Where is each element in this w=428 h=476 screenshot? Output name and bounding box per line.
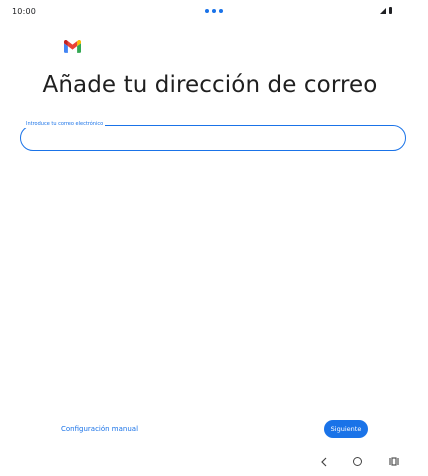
email-field-label: Introduce tu correo electrónico: [24, 120, 106, 128]
status-time: 10:00: [12, 7, 37, 16]
page-title: Añade tu dirección de correo: [42, 72, 378, 98]
home-icon[interactable]: [353, 457, 362, 466]
status-dot: [212, 9, 216, 13]
navigation-bar: [0, 452, 428, 476]
signal-icon: [380, 7, 386, 14]
email-input[interactable]: [29, 130, 397, 146]
next-button[interactable]: Siguiente: [324, 420, 368, 438]
gmail-icon: [64, 40, 81, 53]
manual-config-link[interactable]: Configuración manual: [61, 425, 138, 433]
status-dot: [205, 9, 209, 13]
status-icons: [380, 7, 392, 14]
status-dots: [205, 9, 223, 13]
back-icon[interactable]: [318, 455, 330, 469]
battery-icon: [389, 7, 392, 14]
recents-icon[interactable]: [388, 456, 400, 467]
status-bar: 10:00: [0, 0, 428, 24]
status-dot: [219, 9, 223, 13]
email-field[interactable]: [20, 125, 406, 151]
